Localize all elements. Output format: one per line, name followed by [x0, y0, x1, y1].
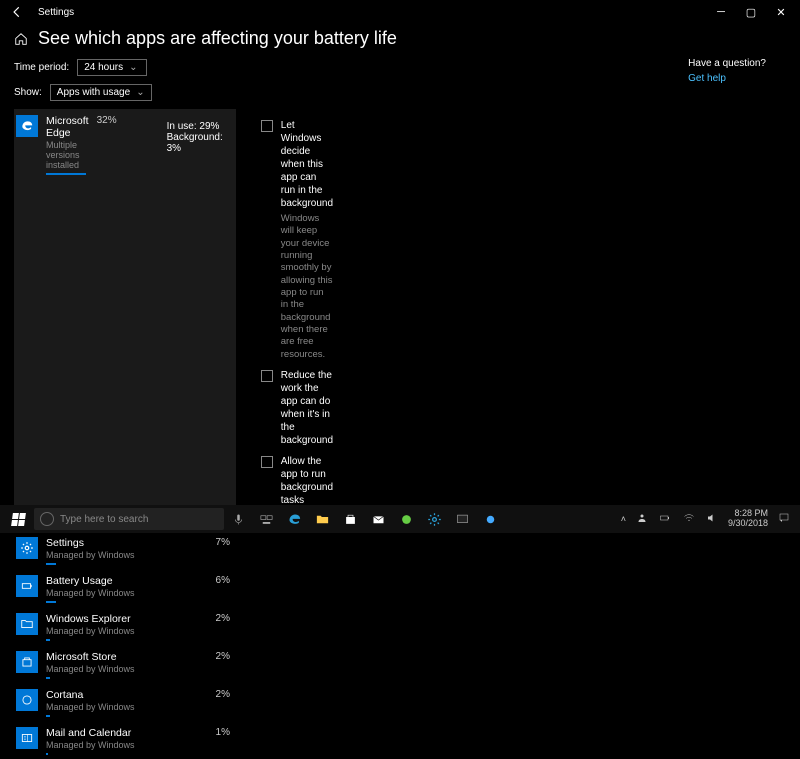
- mail-icon: [16, 727, 38, 749]
- start-button[interactable]: [4, 505, 32, 533]
- app-row[interactable]: Windows Explorer Managed by Windows 2%: [14, 607, 236, 645]
- app-percent: 2%: [216, 689, 234, 700]
- taskbar-store-icon[interactable]: [336, 505, 364, 533]
- app-percent: 2%: [216, 613, 234, 624]
- usage-bar: [46, 563, 56, 565]
- taskbar-app2-icon[interactable]: [476, 505, 504, 533]
- search-placeholder: Type here to search: [60, 514, 148, 525]
- tray-volume-icon[interactable]: [706, 512, 718, 526]
- settings-icon: [16, 537, 38, 559]
- option-allow-background[interactable]: Allow the app to run background tasks: [261, 455, 333, 507]
- tray-wifi-icon[interactable]: [682, 512, 696, 526]
- app-name: Battery Usage: [46, 575, 208, 587]
- task-view-icon[interactable]: [252, 505, 280, 533]
- chevron-down-icon: [136, 87, 144, 98]
- app-subtitle: Managed by Windows: [46, 702, 208, 712]
- home-icon[interactable]: [14, 32, 28, 46]
- taskbar-search[interactable]: Type here to search: [34, 508, 224, 530]
- app-subtitle: Multiple versions installed: [46, 140, 89, 170]
- window-title: Settings: [38, 7, 74, 18]
- app-subtitle: Managed by Windows: [46, 588, 208, 598]
- option-windows-decide[interactable]: Let Windows decide when this app can run…: [261, 119, 333, 361]
- app-row[interactable]: Battery Usage Managed by Windows 6%: [14, 569, 236, 607]
- cortana-circle-icon: [40, 512, 54, 526]
- taskbar-settings-icon[interactable]: [420, 505, 448, 533]
- store-icon: [16, 651, 38, 673]
- app-name: Settings: [46, 537, 208, 549]
- folder-icon: [16, 613, 38, 635]
- show-label: Show:: [14, 87, 42, 98]
- cortana-icon: [16, 689, 38, 711]
- app-name: Mail and Calendar: [46, 727, 208, 739]
- usage-bar: [46, 173, 86, 175]
- titlebar: Settings ─ ▢ ✕: [0, 0, 800, 24]
- tray-people-icon[interactable]: [636, 512, 648, 526]
- app-row[interactable]: Mail and Calendar Managed by Windows 1%: [14, 721, 236, 759]
- checkbox-icon: [261, 370, 273, 382]
- notification-icon[interactable]: [778, 512, 790, 526]
- back-button[interactable]: [4, 1, 30, 23]
- taskbar: Type here to search ˄ 8:28 PM 9/30/2018: [0, 505, 800, 533]
- show-dropdown[interactable]: Apps with usage: [50, 84, 152, 101]
- mic-icon[interactable]: [224, 505, 252, 533]
- battery-icon: [16, 575, 38, 597]
- time-period-label: Time period:: [14, 62, 69, 73]
- app-name: Microsoft Store: [46, 651, 208, 663]
- maximize-button[interactable]: ▢: [736, 1, 766, 23]
- close-button[interactable]: ✕: [766, 1, 796, 23]
- taskbar-app-icon[interactable]: [392, 505, 420, 533]
- usage-bar: [46, 601, 56, 603]
- usage-detail: In use: 29% Background: 3%: [137, 115, 223, 158]
- app-percent: 1%: [216, 727, 234, 738]
- minimize-button[interactable]: ─: [706, 1, 736, 23]
- app-percent: 6%: [216, 575, 234, 586]
- taskbar-clock[interactable]: 8:28 PM 9/30/2018: [728, 509, 768, 529]
- app-percent: 2%: [216, 651, 234, 662]
- app-name: Cortana: [46, 689, 208, 701]
- app-subtitle: Managed by Windows: [46, 664, 208, 674]
- checkbox-icon: [261, 120, 273, 132]
- app-row[interactable]: Settings Managed by Windows 7%: [14, 531, 236, 569]
- taskbar-explorer-icon[interactable]: [308, 505, 336, 533]
- taskbar-mail-icon[interactable]: [364, 505, 392, 533]
- edge-icon: [16, 115, 38, 137]
- help-question: Have a question?: [688, 58, 766, 69]
- taskbar-terminal-icon[interactable]: [448, 505, 476, 533]
- app-percent: 32%: [97, 115, 121, 126]
- get-help-link[interactable]: Get help: [688, 73, 766, 84]
- tray-battery-icon[interactable]: [658, 512, 672, 526]
- tray-up-icon[interactable]: ˄: [621, 514, 626, 524]
- checkbox-icon: [261, 456, 273, 468]
- usage-bar: [46, 677, 50, 679]
- chevron-down-icon: [129, 62, 137, 73]
- page-title: See which apps are affecting your batter…: [38, 28, 397, 49]
- app-subtitle: Managed by Windows: [46, 626, 208, 636]
- taskbar-edge-icon[interactable]: [280, 505, 308, 533]
- usage-bar: [46, 715, 50, 717]
- app-subtitle: Managed by Windows: [46, 550, 208, 560]
- time-period-dropdown[interactable]: 24 hours: [77, 59, 147, 76]
- app-percent: 7%: [216, 537, 234, 548]
- app-name: Microsoft Edge: [46, 115, 89, 139]
- app-subtitle: Managed by Windows: [46, 740, 208, 750]
- option-reduce-work[interactable]: Reduce the work the app can do when it's…: [261, 369, 333, 447]
- usage-bar: [46, 639, 50, 641]
- app-row-edge[interactable]: Microsoft Edge Multiple versions install…: [14, 109, 236, 517]
- usage-bar: [46, 753, 48, 755]
- app-row[interactable]: Cortana Managed by Windows 2%: [14, 683, 236, 721]
- app-name: Windows Explorer: [46, 613, 208, 625]
- app-row[interactable]: Microsoft Store Managed by Windows 2%: [14, 645, 236, 683]
